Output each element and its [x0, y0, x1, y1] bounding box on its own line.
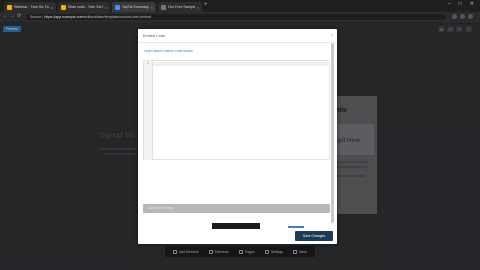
browser-tab-2[interactable]: Slide code - Twin Six Fu... ×	[58, 2, 110, 12]
tab-favicon-icon	[61, 4, 66, 10]
maximize-button[interactable]: □	[459, 1, 462, 7]
new-tab-button[interactable]: +	[204, 2, 208, 8]
browser-tab-bar: Webinar - Twin Six Fu... × Slide code - …	[0, 0, 480, 12]
tab-close-icon[interactable]: ×	[151, 5, 153, 10]
line-number: 1	[147, 62, 149, 65]
close-window-button[interactable]: ✕	[470, 1, 474, 7]
browser-tab-1[interactable]: Webinar - Twin Six Fu... ×	[4, 2, 56, 12]
window-controls: – □ ✕	[448, 1, 474, 7]
footer-logo	[212, 223, 260, 229]
tab-title: Our Free Sample HTML...	[168, 5, 195, 9]
tab-close-icon[interactable]: ×	[197, 5, 199, 10]
tab-close-icon[interactable]: ×	[105, 5, 107, 10]
extension-icon[interactable]	[460, 14, 465, 19]
save-changes-button[interactable]: Save Changes	[295, 231, 333, 241]
url-host: https://app.example.com	[44, 15, 84, 19]
code-editor[interactable]: 1	[143, 60, 330, 160]
tab-favicon-icon	[161, 4, 166, 10]
close-icon[interactable]: ×	[330, 33, 333, 38]
browser-tab-4[interactable]: Our Free Sample HTML... ×	[158, 2, 202, 12]
extension-icon[interactable]	[452, 14, 457, 19]
minimize-button[interactable]: –	[448, 1, 451, 7]
tab-favicon-icon	[115, 4, 120, 10]
secure-label: Secure	[30, 15, 42, 19]
embed-code-modal: Embed Code × Learn about custom code blo…	[138, 29, 337, 244]
address-bar[interactable]: Secure | https://app.example.com/editor/…	[26, 14, 446, 20]
tab-title: TopTal Summary	[122, 5, 149, 9]
menu-icon[interactable]	[468, 14, 473, 19]
footer-link[interactable]	[288, 226, 304, 228]
reload-icon[interactable]: ⟳	[17, 13, 21, 19]
address-toolbar: ← → ⟳ Secure | https://app.example.com/e…	[0, 12, 480, 22]
tab-close-icon[interactable]: ×	[51, 5, 53, 10]
help-link[interactable]: Learn about custom code blocks	[144, 49, 193, 53]
url-path: /editor/slides/template/custom-html-embe…	[83, 15, 152, 19]
line-number-gutter: 1	[144, 61, 153, 160]
modal-title: Embed Code	[143, 34, 166, 38]
tab-title: Slide code - Twin Six Fu...	[68, 5, 103, 9]
forward-arrow-icon[interactable]: →	[10, 13, 15, 19]
back-arrow-icon[interactable]: ←	[3, 13, 8, 19]
modal-scrollbar[interactable]	[331, 43, 334, 223]
browser-tab-3[interactable]: TopTal Summary ×	[112, 2, 156, 12]
advanced-settings-bar[interactable]: Advanced Settings	[143, 204, 330, 213]
active-line-highlight	[153, 61, 330, 66]
tab-favicon-icon	[7, 4, 12, 10]
tab-title: Webinar - Twin Six Fu...	[14, 5, 49, 9]
modal-header: Embed Code ×	[138, 29, 337, 43]
